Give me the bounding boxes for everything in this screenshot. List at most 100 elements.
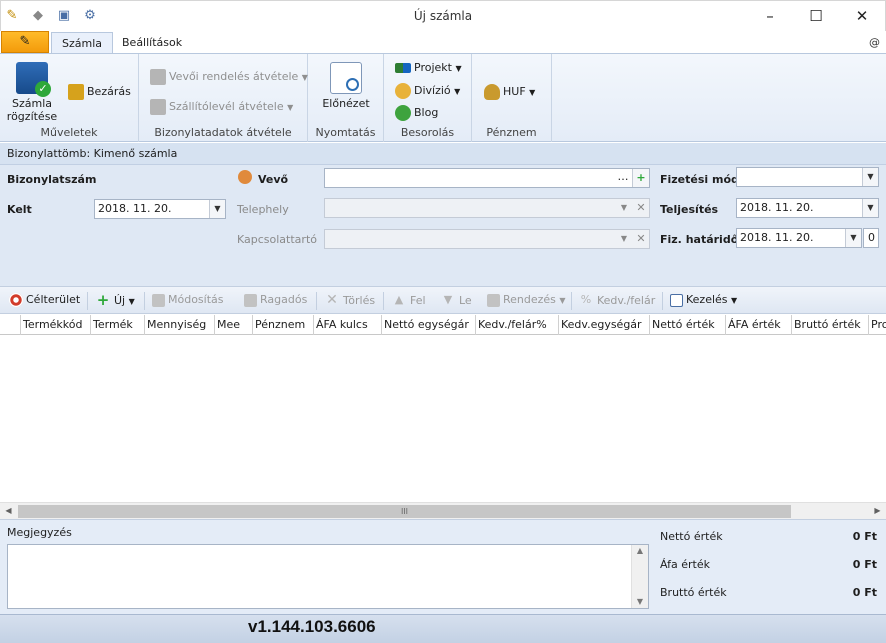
scroll-right-icon[interactable]: ▶ bbox=[869, 503, 886, 520]
fulfilment-date-field[interactable]: 2018. 11. 20. ▼ bbox=[736, 198, 879, 218]
ellipsis-button[interactable]: … bbox=[615, 169, 631, 187]
tab-szamla[interactable]: Számla bbox=[51, 32, 114, 54]
column-header[interactable]: Kedv./felár% bbox=[476, 315, 559, 335]
group-label: Műveletek bbox=[40, 126, 98, 139]
column-header[interactable]: Nettó érték bbox=[650, 315, 726, 335]
column-header[interactable]: Mee bbox=[215, 315, 253, 335]
payment-days-field[interactable]: 0 bbox=[863, 228, 879, 248]
group-bizonylatadatok: Vevői rendelés átvétele ▼ Szállítólevél … bbox=[139, 54, 308, 142]
column-header[interactable]: Pénznem bbox=[253, 315, 314, 335]
group-nyomtatas: Előnézet Nyomtatás bbox=[308, 54, 384, 142]
customer-field[interactable]: … + bbox=[324, 168, 650, 188]
scroll-down-icon[interactable]: ▼ bbox=[632, 596, 648, 608]
teljesites-label: Teljesítés bbox=[660, 203, 719, 216]
chevron-down-icon[interactable]: ▼ bbox=[862, 199, 878, 217]
column-header[interactable]: ÁFA érték bbox=[726, 315, 792, 335]
file-menu-icon: ✎ bbox=[19, 34, 31, 49]
grid-toolbar: Célterület + Új ▼ Módosítás Ragadós ✕ Törl… bbox=[0, 286, 886, 314]
vevo-label: Vevő bbox=[258, 173, 289, 186]
manage-icon bbox=[670, 293, 683, 307]
discount-icon: % bbox=[580, 293, 592, 306]
group-label: Pénznem bbox=[486, 126, 537, 139]
notes-textarea[interactable]: ▲ ▼ bbox=[7, 544, 649, 609]
status-bar: v1.144.103.6606 bbox=[0, 614, 886, 643]
minimize-button[interactable]: – bbox=[747, 1, 793, 31]
blog-icon bbox=[395, 105, 411, 121]
group-label: Besorolás bbox=[400, 126, 455, 139]
close-document-button[interactable]: Bezárás bbox=[68, 84, 131, 100]
column-header[interactable]: ÁFA kulcs bbox=[314, 315, 382, 335]
contact-field[interactable]: ▼ ✕ bbox=[324, 229, 650, 249]
column-header[interactable]: Nettó egységár bbox=[382, 315, 476, 335]
netto-total-label: Nettó érték bbox=[660, 530, 723, 543]
chevron-down-icon[interactable]: ▼ bbox=[209, 200, 225, 218]
site-field[interactable]: ▼ ✕ bbox=[324, 198, 650, 218]
help-icon[interactable]: @ bbox=[869, 36, 880, 49]
blog-button[interactable]: Blog bbox=[395, 105, 438, 121]
file-menu-button[interactable]: ✎ bbox=[1, 31, 49, 53]
chevron-down-icon: ▼ bbox=[559, 296, 566, 305]
chevron-down-icon: ▼ bbox=[454, 87, 461, 96]
delete-button[interactable]: ✕ Törlés bbox=[324, 293, 375, 309]
scroll-up-icon[interactable]: ▲ bbox=[632, 545, 648, 557]
sticky-button[interactable]: Ragadós bbox=[244, 293, 307, 307]
document-series-info: Bizonylattömb: Kimenő számla bbox=[0, 143, 886, 165]
header-form: Bizonylatszám Kelt 2018. 11. 20. ▼ Vevő … bbox=[0, 165, 886, 286]
scroll-left-icon[interactable]: ◀ bbox=[0, 503, 17, 520]
afa-total-value: 0 Ft bbox=[852, 558, 877, 571]
items-grid-body[interactable] bbox=[0, 336, 886, 502]
afa-total-label: Áfa érték bbox=[660, 558, 710, 571]
payment-method-field[interactable]: ▼ bbox=[736, 167, 879, 187]
delivery-note-import-button[interactable]: Szállítólevél átvétele ▼ bbox=[150, 99, 293, 115]
currency-button[interactable]: HUF ▼ bbox=[484, 84, 535, 100]
discount-button[interactable]: % Kedv./felár bbox=[578, 293, 655, 309]
delete-icon: ✕ bbox=[326, 292, 338, 308]
column-header[interactable]: Termék bbox=[91, 315, 145, 335]
move-up-button[interactable]: ▲ Fel bbox=[391, 293, 426, 309]
fiz-hatarido-label: Fiz. határidő bbox=[660, 233, 739, 246]
column-header[interactable]: Pro bbox=[869, 315, 886, 335]
division-button[interactable]: Divízió ▼ bbox=[395, 83, 460, 99]
customer-order-import-button[interactable]: Vevői rendelés átvétele ▼ bbox=[150, 69, 308, 85]
target-area-button[interactable]: Célterület bbox=[9, 293, 80, 307]
chevron-down-icon: ▼ bbox=[128, 297, 135, 306]
kapcsolattarto-label: Kapcsolattartó bbox=[237, 233, 317, 246]
horizontal-scrollbar[interactable]: ◀ III ▶ bbox=[0, 502, 886, 519]
sort-button[interactable]: Rendezés ▼ bbox=[487, 293, 566, 307]
payment-deadline-field[interactable]: 2018. 11. 20. ▼ bbox=[736, 228, 862, 248]
add-icon[interactable]: + bbox=[632, 169, 649, 187]
kelt-date-field[interactable]: 2018. 11. 20. ▼ bbox=[94, 199, 226, 219]
customer-icon bbox=[238, 170, 252, 184]
megjegyzes-label: Megjegyzés bbox=[7, 526, 72, 539]
new-item-button[interactable]: + Új ▼ bbox=[95, 293, 135, 309]
modify-button[interactable]: Módosítás bbox=[152, 293, 224, 307]
manage-button[interactable]: Kezelés ▼ bbox=[670, 293, 737, 307]
chevron-down-icon: ▼ bbox=[731, 296, 738, 305]
save-invoice-icon: ✓ bbox=[16, 62, 51, 97]
bizonylatszam-label: Bizonylatszám bbox=[7, 173, 97, 186]
column-header[interactable]: Mennyiség bbox=[145, 315, 215, 335]
column-header[interactable]: Termékkód bbox=[21, 315, 91, 335]
row-indicator-header bbox=[0, 315, 21, 335]
print-preview-icon bbox=[330, 62, 362, 94]
division-icon bbox=[395, 83, 411, 99]
column-header[interactable]: Bruttó érték bbox=[792, 315, 869, 335]
group-label: Bizonylatadatok átvétele bbox=[154, 126, 292, 139]
scroll-thumb[interactable]: III bbox=[18, 505, 791, 518]
column-header[interactable]: Kedv.egységár bbox=[559, 315, 650, 335]
project-button[interactable]: Projekt ▼ bbox=[395, 61, 462, 74]
maximize-button[interactable]: ☐ bbox=[793, 1, 839, 31]
vertical-scrollbar[interactable]: ▲ ▼ bbox=[631, 545, 648, 608]
bottom-panel: Megjegyzés ▲ ▼ Nettó érték 0 Ft Áfa érté… bbox=[0, 519, 886, 614]
close-button[interactable]: ✕ bbox=[839, 1, 885, 31]
chevron-down-icon: ▼ bbox=[455, 64, 462, 73]
chevron-down-icon[interactable]: ▼ bbox=[862, 168, 878, 186]
clear-icon: ✕ bbox=[636, 201, 646, 214]
order-icon bbox=[150, 69, 166, 85]
tab-beallitasok[interactable]: Beállítások bbox=[112, 32, 192, 54]
chevron-down-icon[interactable]: ▼ bbox=[845, 229, 861, 247]
title-bar: ✎ ◆ ▣ ⚙ Új számla – ☐ ✕ bbox=[0, 0, 886, 31]
move-down-button[interactable]: ▼ Le bbox=[440, 293, 472, 309]
print-preview-button[interactable]: Előnézet bbox=[322, 62, 370, 110]
save-invoice-button[interactable]: ✓ Számla rögzítése bbox=[6, 62, 58, 123]
